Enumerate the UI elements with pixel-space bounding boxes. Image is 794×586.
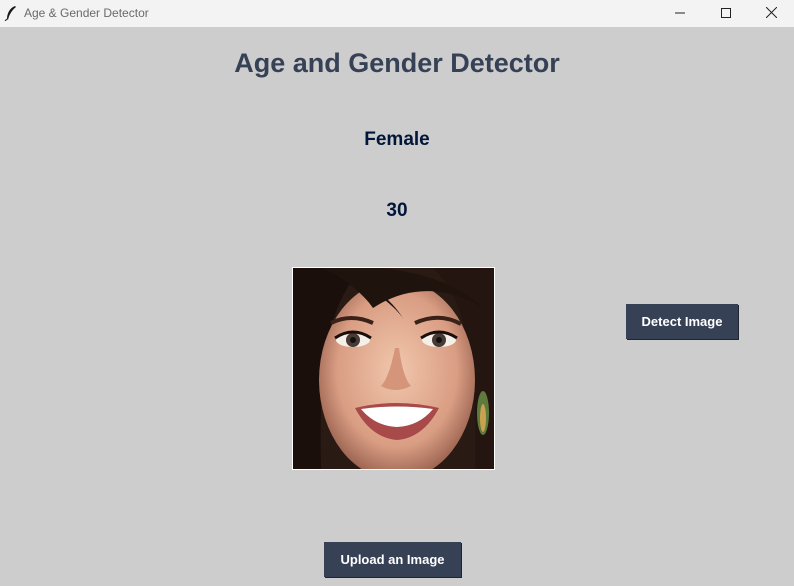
- maximize-icon: [721, 5, 731, 23]
- feather-icon: [4, 5, 18, 22]
- minimize-icon: [675, 5, 685, 23]
- detect-image-button[interactable]: Detect Image: [626, 304, 738, 339]
- close-icon: [765, 5, 777, 23]
- maximize-button[interactable]: [703, 0, 749, 27]
- gender-result-label: Female: [364, 129, 430, 150]
- minimize-button[interactable]: [657, 0, 703, 27]
- page-title: Age and Gender Detector: [234, 48, 560, 78]
- window-title: Age & Gender Detector: [24, 6, 149, 20]
- title-bar: Age & Gender Detector: [0, 0, 794, 27]
- close-button[interactable]: [748, 0, 794, 27]
- upload-image-button[interactable]: Upload an Image: [324, 542, 461, 577]
- uploaded-face-image: [292, 267, 495, 470]
- age-result-label: 30: [386, 200, 408, 221]
